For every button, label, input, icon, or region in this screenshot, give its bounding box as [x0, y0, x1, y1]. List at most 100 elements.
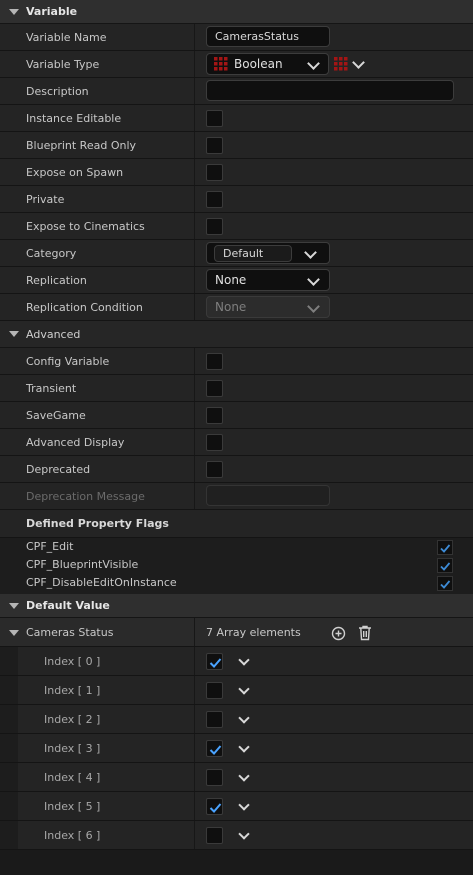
deprecation-message-input[interactable] [206, 485, 330, 506]
defined-property-flags-label: Defined Property Flags [26, 517, 169, 530]
check-icon [209, 803, 222, 813]
column-divider[interactable] [194, 159, 195, 185]
column-divider[interactable] [194, 213, 195, 239]
panel-bottom-space [0, 851, 473, 875]
details-panel: Variable Variable Name CamerasStatus Var… [0, 0, 473, 875]
column-divider[interactable] [194, 647, 195, 675]
column-divider[interactable] [194, 676, 195, 704]
category-input[interactable]: Default [214, 245, 292, 262]
property-flags-list: CPF_Edit CPF_BlueprintVisible CPF_Disabl… [0, 538, 473, 595]
chevron-down-icon[interactable] [238, 712, 250, 724]
chevron-down-icon[interactable] [238, 654, 250, 666]
collapse-arrow-icon[interactable] [9, 603, 19, 609]
expose-to-cinematics-checkbox[interactable] [206, 218, 223, 235]
trash-icon[interactable] [358, 625, 372, 641]
container-type-dropdown[interactable] [333, 55, 365, 75]
element-checkbox[interactable] [206, 827, 223, 844]
blueprint-read-only-checkbox[interactable] [206, 137, 223, 154]
column-divider[interactable] [194, 24, 195, 50]
element-checkbox[interactable] [206, 711, 223, 728]
column-divider[interactable] [194, 402, 195, 428]
column-divider[interactable] [194, 429, 195, 455]
deprecation-message-label: Deprecation Message [26, 490, 145, 503]
indent-gutter [0, 792, 18, 820]
column-divider[interactable] [194, 105, 195, 131]
row-replication-condition: Replication Condition None [0, 294, 473, 321]
instance-editable-checkbox[interactable] [206, 110, 223, 127]
chevron-down-icon[interactable] [304, 246, 317, 259]
column-divider[interactable] [194, 240, 195, 266]
column-divider[interactable] [194, 705, 195, 733]
flag-checkbox[interactable] [437, 540, 453, 555]
replication-condition-dropdown[interactable]: None [206, 296, 330, 318]
column-divider[interactable] [194, 821, 195, 849]
private-checkbox[interactable] [206, 191, 223, 208]
section-advanced[interactable]: Advanced [0, 321, 473, 348]
row-instance-editable: Instance Editable [0, 105, 473, 132]
expose-on-spawn-checkbox[interactable] [206, 164, 223, 181]
variable-type-dropdown[interactable]: Boolean [206, 53, 329, 75]
column-divider[interactable] [194, 267, 195, 293]
column-divider[interactable] [194, 78, 195, 104]
column-divider[interactable] [194, 348, 195, 374]
column-divider[interactable] [194, 294, 195, 320]
chevron-down-icon[interactable] [238, 828, 250, 840]
element-checkbox[interactable] [206, 682, 223, 699]
section-variable[interactable]: Variable [0, 0, 473, 24]
column-divider[interactable] [194, 763, 195, 791]
chevron-down-icon [307, 57, 320, 70]
chevron-down-icon[interactable] [238, 770, 250, 782]
collapse-arrow-icon[interactable] [9, 331, 19, 337]
array-element-row: Index [ 0 ] [0, 647, 473, 676]
element-checkbox[interactable] [206, 798, 223, 815]
indent-gutter [0, 676, 18, 704]
element-checkbox[interactable] [206, 740, 223, 757]
column-divider[interactable] [194, 792, 195, 820]
collapse-arrow-icon[interactable] [9, 9, 19, 15]
column-divider[interactable] [194, 456, 195, 482]
column-divider[interactable] [194, 618, 195, 646]
chevron-down-icon [307, 273, 320, 286]
check-icon [440, 580, 451, 589]
section-default-value[interactable]: Default Value [0, 594, 473, 618]
array-element-row: Index [ 1 ] [0, 676, 473, 705]
deprecated-checkbox[interactable] [206, 461, 223, 478]
indent-gutter [0, 705, 18, 733]
column-divider[interactable] [194, 132, 195, 158]
column-divider[interactable] [194, 51, 195, 77]
row-defined-property-flags: Defined Property Flags [0, 510, 473, 538]
chevron-down-icon [352, 56, 365, 69]
chevron-down-icon[interactable] [238, 799, 250, 811]
indent-gutter [0, 734, 18, 762]
row-description: Description [0, 78, 473, 105]
column-divider[interactable] [194, 186, 195, 212]
advanced-display-checkbox[interactable] [206, 434, 223, 451]
column-divider[interactable] [194, 375, 195, 401]
column-divider[interactable] [194, 734, 195, 762]
chevron-down-icon[interactable] [238, 683, 250, 695]
replication-label: Replication [26, 274, 87, 287]
replication-value: None [215, 273, 247, 287]
description-input[interactable] [206, 80, 454, 101]
flag-checkbox[interactable] [437, 576, 453, 591]
replication-dropdown[interactable]: None [206, 269, 330, 291]
transient-checkbox[interactable] [206, 380, 223, 397]
element-checkbox[interactable] [206, 653, 223, 670]
collapse-arrow-icon[interactable] [9, 630, 19, 636]
column-divider[interactable] [194, 483, 195, 509]
element-checkbox[interactable] [206, 769, 223, 786]
flag-checkbox[interactable] [437, 558, 453, 573]
array-element-row: Index [ 4 ] [0, 763, 473, 792]
section-title: Variable [26, 5, 78, 18]
category-combo[interactable]: Default [206, 242, 330, 264]
chevron-down-icon[interactable] [238, 741, 250, 753]
check-icon [209, 745, 222, 755]
plus-circle-icon[interactable] [331, 626, 346, 641]
array-element-row: Index [ 6 ] [0, 821, 473, 850]
row-savegame: SaveGame [0, 402, 473, 429]
config-variable-checkbox[interactable] [206, 353, 223, 370]
savegame-checkbox[interactable] [206, 407, 223, 424]
variable-name-input[interactable]: CamerasStatus [206, 26, 330, 47]
deprecated-label: Deprecated [26, 463, 91, 476]
index-label: Index [ 1 ] [44, 684, 101, 697]
